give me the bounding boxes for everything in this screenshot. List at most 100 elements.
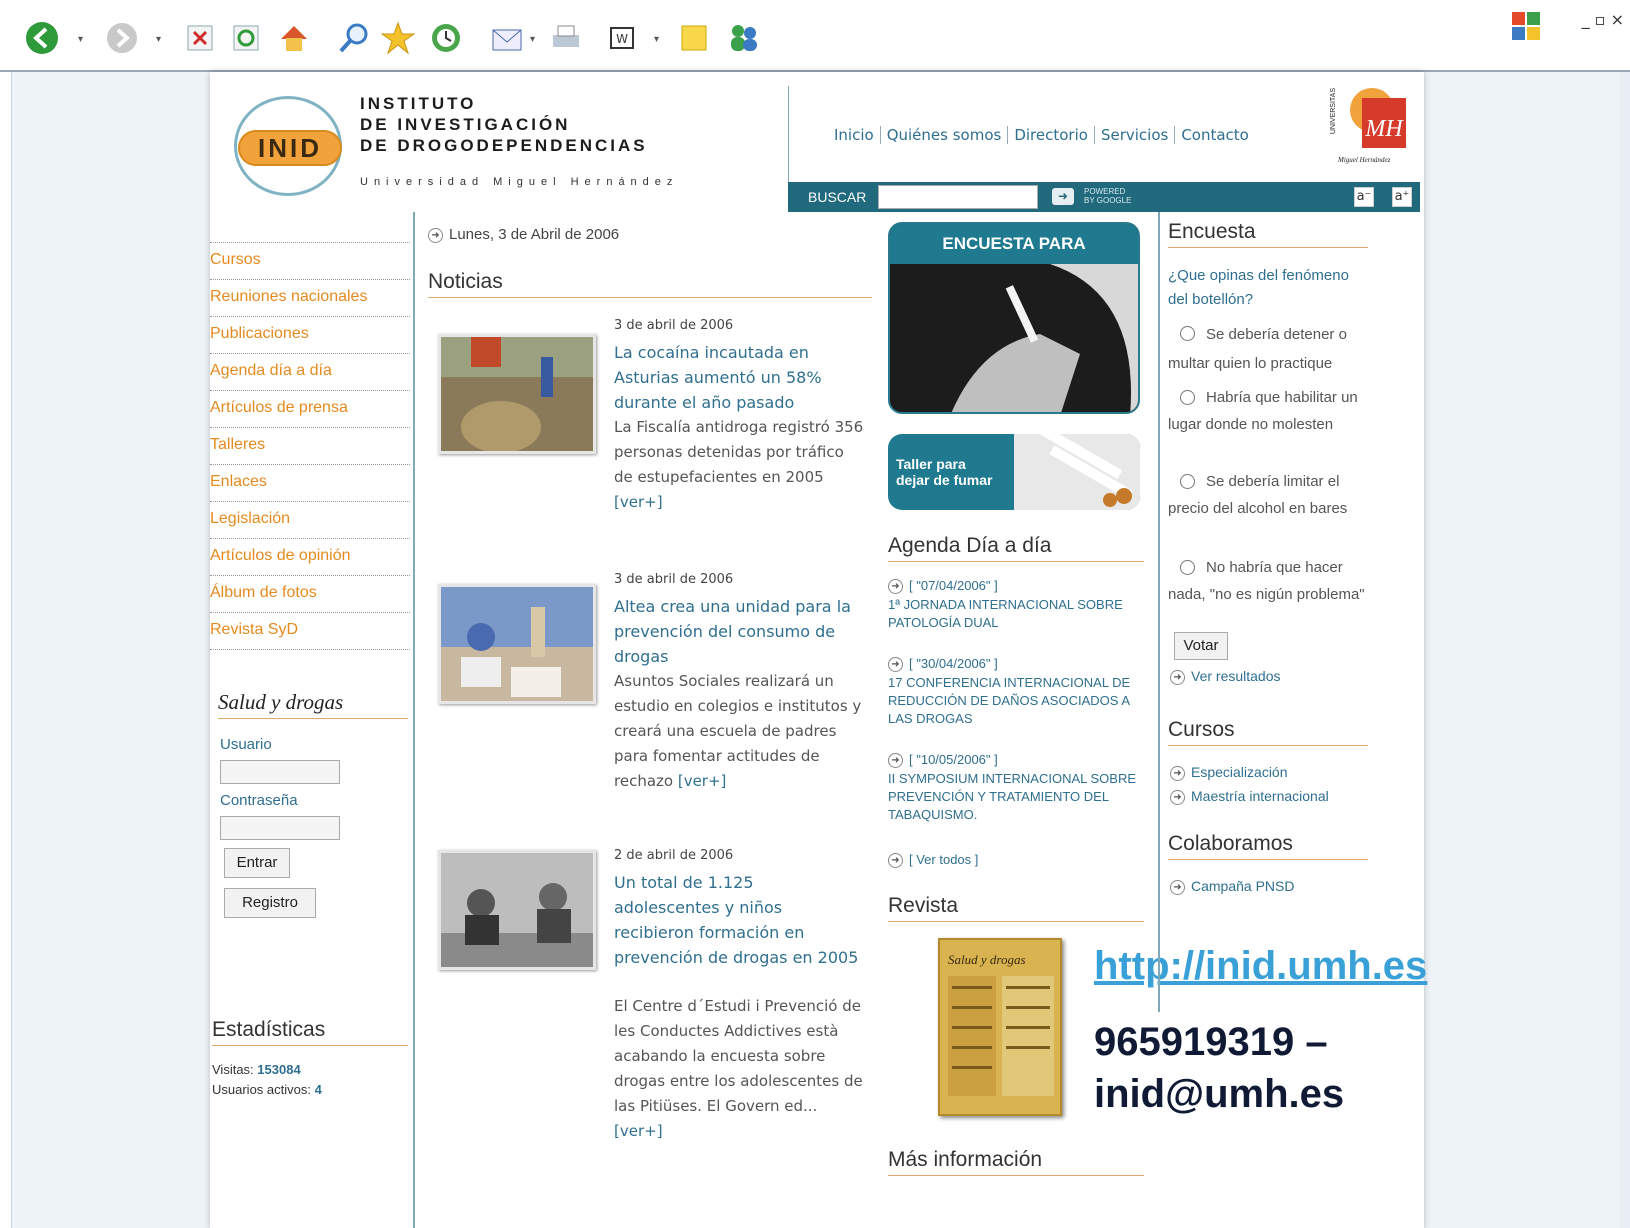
forward-icon[interactable] [104, 20, 140, 56]
menu-publicaciones[interactable]: Publicaciones [210, 317, 410, 354]
svg-text:W: W [616, 32, 628, 46]
scrollbar[interactable] [1620, 72, 1630, 1228]
notes-icon[interactable] [676, 20, 712, 56]
visits-label: Visitas: [212, 1062, 254, 1077]
forward-dropdown-icon[interactable]: ▾ [156, 34, 161, 45]
current-date: ➜ Lunes, 3 de Abril de 2006 [428, 226, 619, 243]
visits-value: 153084 [257, 1062, 301, 1077]
news-body: El Centre d´Estudi i Prevenció de les Co… [614, 994, 864, 1144]
course-label: Especialización [1191, 764, 1288, 780]
menu-articulos-opinion[interactable]: Artículos de opinión [210, 539, 410, 576]
search-icon[interactable] [336, 20, 372, 56]
website-link[interactable]: http://inid.umh.es [1094, 944, 1427, 989]
search-go-button[interactable]: ➜ [1052, 188, 1074, 205]
agenda-date-text: [ "30/04/2006" ] [909, 656, 998, 671]
menu-enlaces[interactable]: Enlaces [210, 465, 410, 502]
courses-title: Cursos [1168, 718, 1368, 746]
news-body: Asuntos Sociales realizará un estudio en… [614, 669, 864, 794]
favorites-icon[interactable] [380, 20, 416, 56]
news-image-formentera[interactable] [438, 850, 596, 970]
poll-option-label: No habría que hacer nada, "no es nigún p… [1168, 559, 1365, 603]
web-page: INID INSTITUTO DE INVESTIGACIÓN DE DROGO… [210, 72, 1427, 1228]
logo-badge: INID [238, 130, 342, 166]
back-dropdown-icon[interactable]: ▾ [78, 34, 83, 45]
workshop-line-2: dejar de fumar [896, 472, 993, 488]
edit-dropdown-icon[interactable]: ▾ [654, 34, 659, 45]
nav-inicio[interactable]: Inicio [828, 126, 881, 144]
svg-text:MH: MH [1364, 116, 1404, 142]
agenda-event-link[interactable]: 1ª JORNADA INTERNACIONAL SOBRE PATOLOGÍA… [888, 596, 1148, 632]
edit-icon[interactable]: W [604, 20, 640, 56]
news-title-link[interactable]: La cocaína incautada en Asturias aumentó… [614, 340, 864, 415]
nav-contacto[interactable]: Contacto [1175, 126, 1255, 144]
umh-vertical-text: UNIVERSITAS [1330, 88, 1337, 135]
arrow-icon: ➜ [1170, 789, 1185, 805]
history-icon[interactable] [428, 20, 464, 56]
page-background-left [12, 72, 210, 1228]
nav-servicios[interactable]: Servicios [1095, 126, 1176, 144]
mail-dropdown-icon[interactable]: ▾ [530, 34, 535, 45]
print-icon[interactable] [548, 20, 584, 56]
smokers-survey-banner[interactable]: ENCUESTA PARA FUMADORES [888, 222, 1140, 414]
read-more-link[interactable]: [ver+] [614, 1122, 663, 1140]
stop-icon[interactable] [182, 20, 218, 56]
right-column-divider [1158, 212, 1160, 1012]
menu-articulos-prensa[interactable]: Artículos de prensa [210, 391, 410, 428]
password-input[interactable] [220, 816, 340, 840]
page-background-right [1424, 72, 1620, 1228]
news-title-link[interactable]: Un total de 1.125 adolescentes y niños r… [614, 870, 864, 970]
vote-button[interactable]: Votar [1174, 632, 1228, 660]
usuario-input[interactable] [220, 760, 340, 784]
visits-stat: Visitas: 153084 [212, 1062, 301, 1077]
left-column-divider [413, 212, 415, 1228]
news-date: 3 de abril de 2006 [614, 318, 734, 333]
news-title-link[interactable]: Altea crea una unidad para la prevención… [614, 594, 864, 669]
nav-directorio[interactable]: Directorio [1008, 126, 1095, 144]
window-controls[interactable]: _ ▫ × [1582, 10, 1624, 29]
news-body: La Fiscalía antidroga registró 356 perso… [614, 415, 864, 515]
magazine-cover[interactable]: Salud y drogas [938, 938, 1062, 1116]
agenda-event-link[interactable]: II SYMPOSIUM INTERNACIONAL SOBRE PREVENC… [888, 770, 1148, 824]
cigarettes-image [1014, 434, 1140, 510]
menu-reuniones-nacionales[interactable]: Reuniones nacionales [210, 280, 410, 317]
read-more-link[interactable]: [ver+] [678, 772, 727, 790]
read-more-link[interactable]: [ver+] [614, 493, 663, 511]
logo-line-3: DE DROGODEPENDENCIAS [360, 136, 648, 155]
menu-talleres[interactable]: Talleres [210, 428, 410, 465]
umh-logo[interactable]: MH UNIVERSITAS Miguel Hernández [1330, 80, 1412, 168]
course-maestria-link[interactable]: ➜ Maestría internacional [1170, 788, 1329, 805]
search-input[interactable] [878, 185, 1038, 209]
agenda-date: ➜ [ "10/05/2006" ] [888, 752, 998, 769]
quit-smoking-workshop-banner[interactable]: Taller para dejar de fumar [888, 434, 1140, 510]
news-image-excavation[interactable] [438, 334, 596, 454]
course-label: Maestría internacional [1191, 788, 1329, 804]
see-all-events-link[interactable]: ➜ [ Ver todos ] [888, 852, 978, 869]
font-larger-button[interactable]: a⁺ [1392, 187, 1412, 207]
news-image-altea[interactable] [438, 584, 596, 704]
top-navigation: Inicio Quiénes somos Directorio Servicio… [828, 126, 1255, 144]
contact-email[interactable]: inid@umh.es [1094, 1072, 1344, 1117]
nav-quienes-somos[interactable]: Quiénes somos [881, 126, 1009, 144]
home-icon[interactable] [276, 20, 312, 56]
menu-agenda[interactable]: Agenda día a día [210, 354, 410, 391]
mail-icon[interactable] [490, 20, 526, 56]
menu-cursos[interactable]: Cursos [210, 243, 410, 280]
refresh-icon[interactable] [228, 20, 264, 56]
messenger-icon[interactable] [726, 20, 762, 56]
agenda-event-link[interactable]: 17 CONFERENCIA INTERNACIONAL DE REDUCCIÓ… [888, 674, 1148, 728]
news-date: 2 de abril de 2006 [614, 848, 734, 863]
campaign-pnsd-link[interactable]: ➜ Campaña PNSD [1170, 878, 1295, 895]
see-results-link[interactable]: ➜ Ver resultados [1170, 668, 1281, 685]
back-icon[interactable] [24, 20, 60, 56]
agenda-title: Agenda Día a día [888, 534, 1144, 562]
entrar-button[interactable]: Entrar [224, 848, 290, 878]
menu-album-fotos[interactable]: Álbum de fotos [210, 576, 410, 613]
menu-revista-syd[interactable]: Revista SyD [210, 613, 410, 650]
poll-option-label: Habría que habilitar un lugar donde no m… [1168, 389, 1358, 433]
campaign-label: Campaña PNSD [1191, 878, 1295, 894]
font-smaller-button[interactable]: a⁻ [1354, 187, 1374, 207]
menu-legislacion[interactable]: Legislación [210, 502, 410, 539]
registro-button[interactable]: Registro [224, 888, 316, 918]
browser-toolbar: ▾ ▾ ▾ W ▾ _ ▫ × [0, 0, 1630, 72]
course-especializacion-link[interactable]: ➜ Especialización [1170, 764, 1288, 781]
